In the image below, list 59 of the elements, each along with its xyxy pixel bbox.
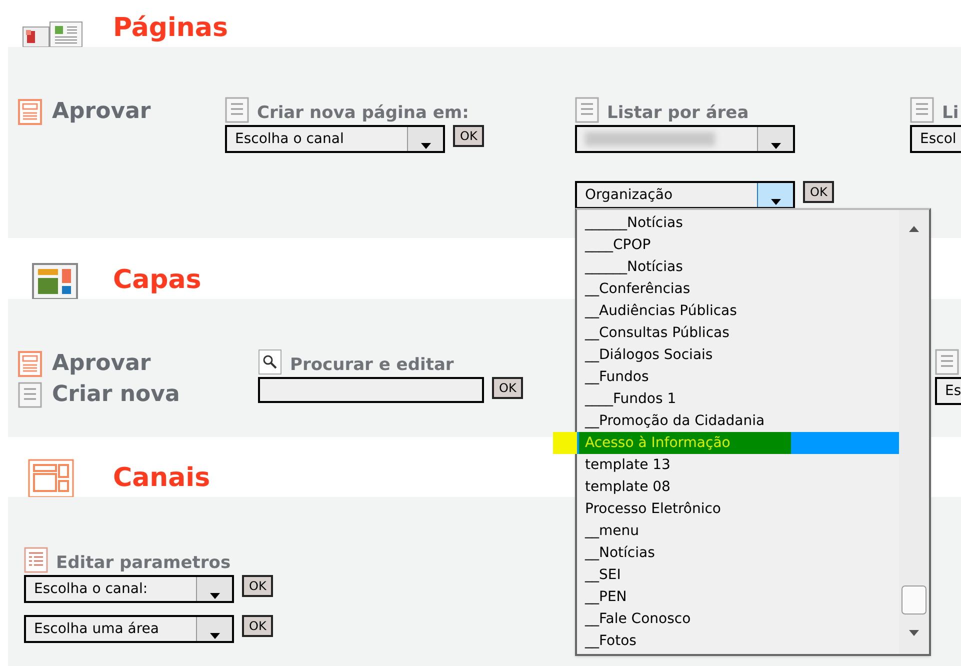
field-label: Criar nova página em: [257,105,469,123]
ok-button[interactable]: OK [492,377,524,399]
ok-button[interactable]: OK [803,181,834,203]
list-option[interactable]: Processo Eletrônico [583,498,899,520]
field-label: Li [942,105,959,123]
document-icon [18,350,42,376]
dropdown[interactable]: Escolha o canal [225,125,445,153]
blurred-dropdown[interactable] [575,125,795,153]
list-option[interactable]: __Fotos [583,630,899,652]
list-option[interactable]: __SEI [583,564,899,586]
caret-icon [210,593,220,599]
list-option[interactable]: __PEN [583,586,899,608]
ok-button[interactable]: OK [242,615,274,637]
list-option[interactable]: __Consultas Públicas [583,322,899,344]
action-link[interactable]: Criar nova [52,378,180,411]
list-option[interactable]: template 13 [583,454,899,476]
list-option[interactable]: ____Fundos 1 [583,388,899,410]
section-title: Páginas [113,15,228,45]
list-option[interactable]: ______Notícias [583,212,899,234]
list-option[interactable]: __Conferências [583,278,899,300]
list-option[interactable]: __Audiências Públicas [583,300,899,322]
caret-icon [210,633,220,639]
field-label: Editar parametros [56,555,231,573]
caret-icon [770,199,780,205]
list-option[interactable]: __Promoção da Cidadania [583,410,899,432]
action-link[interactable]: Aprovar [52,347,151,380]
list-icon [24,547,48,573]
list-option[interactable]: __Fundos [583,366,899,388]
field-label: Listar por área [607,105,749,123]
scrollbar[interactable] [899,210,929,654]
list-option[interactable]: __Notícias [583,542,899,564]
list-option[interactable]: __menu [583,520,899,542]
layout-icon [28,459,74,497]
list-option[interactable]: ____CPOP [583,234,899,256]
ok-button[interactable]: OK [242,575,274,597]
list-option[interactable]: __Fale Conosco [583,608,899,630]
field-label: Procurar e editar [290,357,454,375]
document-icon [575,97,599,123]
search-icon [258,349,282,375]
action-link[interactable]: Aprovar [52,95,151,128]
list-option[interactable]: template 08 [583,476,899,498]
document-icon [18,382,42,408]
list-option[interactable]: __Diálogos Sociais [583,344,899,366]
list-option[interactable]: Acesso à Informação [577,432,899,454]
dropdown[interactable]: Organização [575,181,795,209]
list-option[interactable]: ______Notícias [583,256,899,278]
ok-button[interactable]: OK [453,125,484,147]
dropdown[interactable]: Escolha o canal: [24,575,234,603]
search-field[interactable] [258,377,484,403]
dropdown[interactable]: Escolha uma área [24,615,234,643]
caret-icon [770,143,780,149]
section-title: Capas [113,267,202,297]
dropdown[interactable]: Es [935,377,961,405]
document-icon [18,98,42,124]
dropdown[interactable]: Escol [910,125,961,153]
document-icon [225,97,249,123]
caret-icon [420,143,430,149]
document-icon [910,97,934,123]
section-title: Canais [113,465,210,495]
